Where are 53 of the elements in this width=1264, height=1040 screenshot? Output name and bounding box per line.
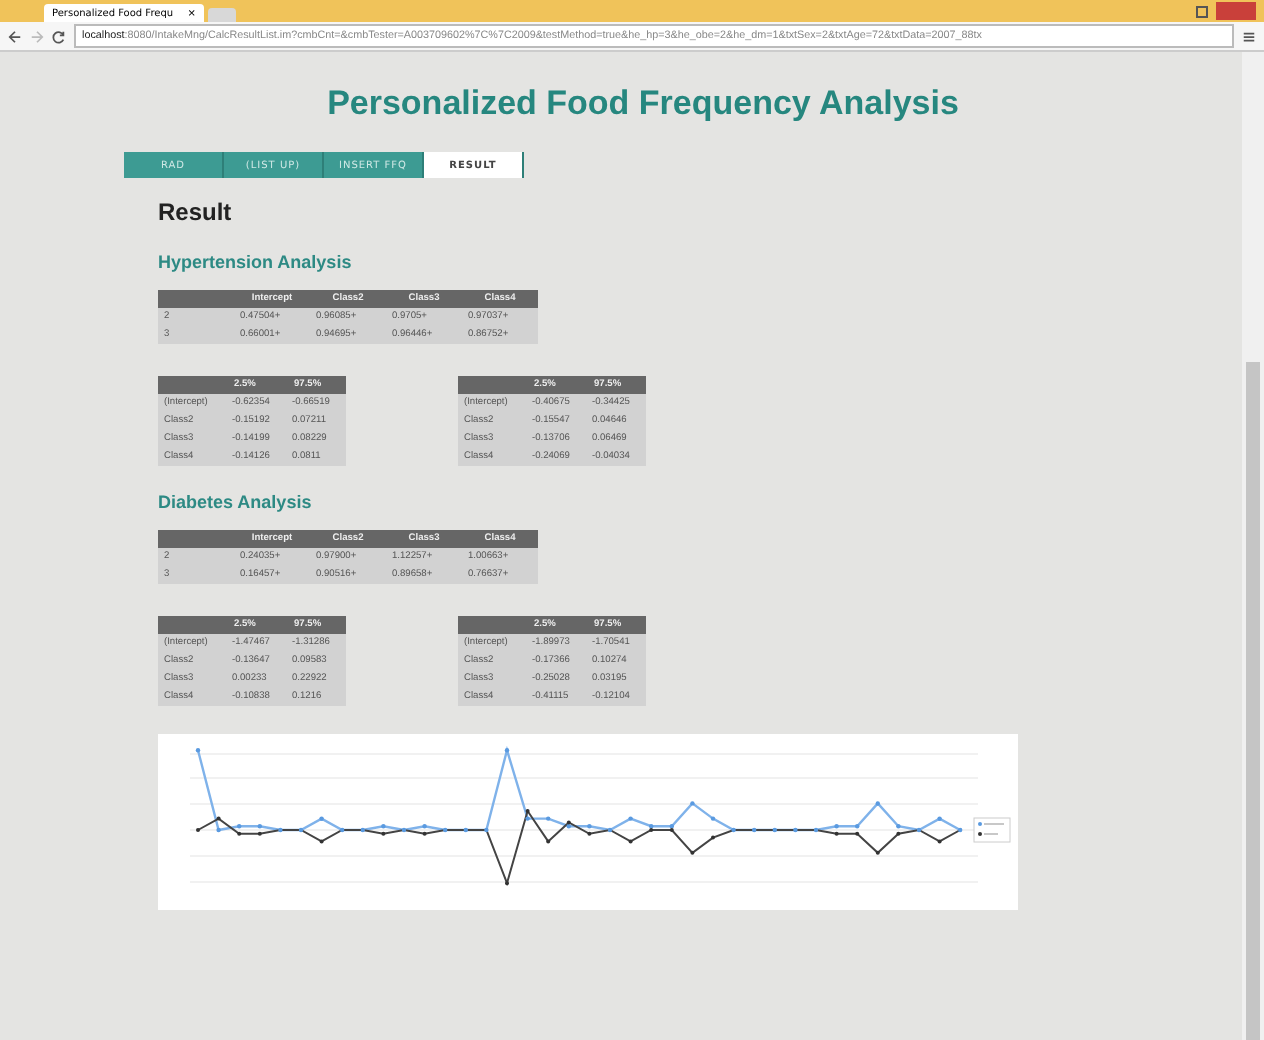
section-title: Diabetes Analysis [158, 492, 314, 512]
data-point [360, 827, 365, 833]
header-cell [158, 616, 226, 634]
data-point [195, 748, 201, 753]
data-point [607, 827, 613, 833]
data-point [504, 748, 510, 753]
chart-legend [973, 817, 1011, 843]
header-cell [158, 376, 226, 394]
scroll-thumb[interactable] [1246, 362, 1260, 1040]
page-title: Personalized Food Frequency Analysis [325, 84, 961, 124]
data-point [463, 827, 468, 833]
data-point [772, 827, 777, 833]
data-point [752, 827, 757, 833]
data-point [916, 827, 922, 833]
forward-icon[interactable] [30, 29, 44, 43]
data-point [546, 839, 551, 844]
header-cell [158, 290, 234, 308]
section-title: Hypertension Analysis [158, 252, 354, 272]
data-point [958, 827, 963, 833]
back-icon[interactable] [8, 29, 22, 43]
data-point [937, 816, 942, 821]
data-point [443, 827, 448, 833]
data-point [813, 827, 819, 833]
data-point [937, 839, 942, 844]
data-point [690, 850, 695, 855]
data-point [401, 827, 407, 833]
data-point [628, 816, 633, 821]
maximize-icon[interactable] [1196, 5, 1208, 17]
reload-icon[interactable] [52, 29, 66, 43]
data-point [546, 816, 551, 821]
menu-icon[interactable] [1242, 29, 1256, 43]
data-point [793, 827, 798, 833]
data-point [690, 801, 695, 806]
data-point [319, 816, 324, 821]
data-point [278, 827, 283, 833]
new-tab-button[interactable] [208, 8, 236, 22]
data-point [710, 816, 716, 821]
data-point [484, 827, 489, 833]
header-cell [458, 376, 526, 394]
data-point [298, 827, 304, 833]
data-point [216, 816, 221, 821]
data-point [875, 801, 880, 806]
data-point [875, 850, 880, 855]
result-heading: Result [158, 198, 234, 226]
data-point [525, 816, 530, 821]
data-point [731, 827, 736, 833]
data-point [319, 839, 324, 844]
data-point [340, 827, 345, 833]
header-cell [158, 530, 234, 548]
data-point [216, 827, 221, 833]
scrollbar[interactable] [1242, 52, 1264, 1040]
data-point [628, 839, 633, 844]
header-cell [458, 616, 526, 634]
